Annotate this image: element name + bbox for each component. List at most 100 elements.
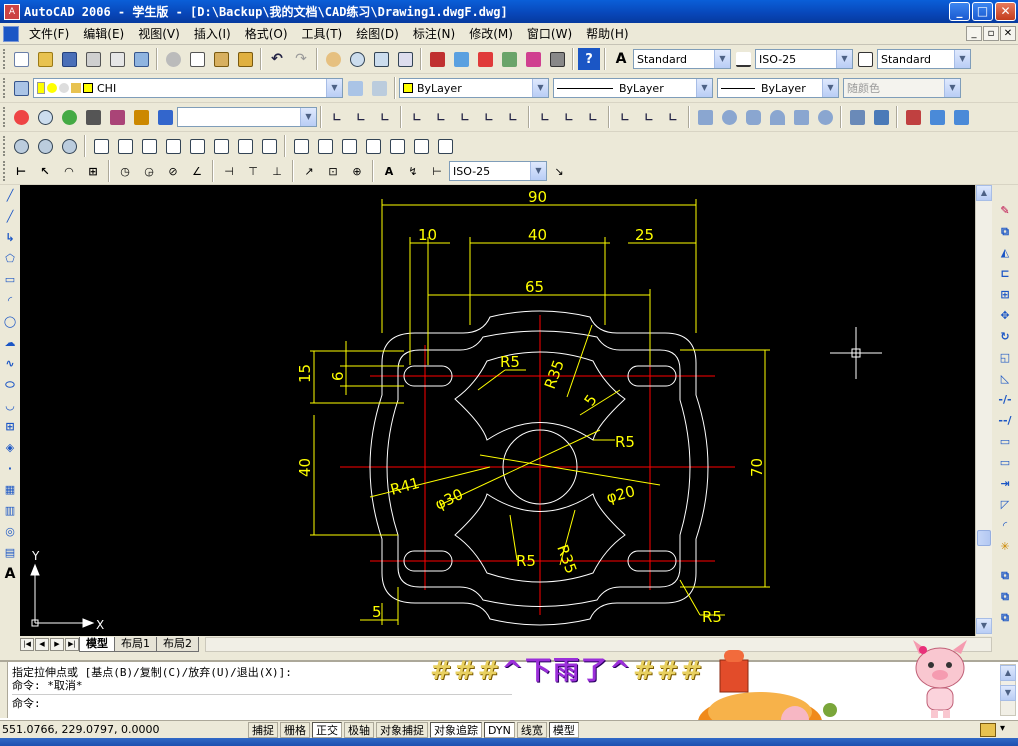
vertical-scrollbar[interactable]: ▲ ▼ [975,185,992,636]
ucs-origin-icon[interactable]: ∟ [454,106,476,128]
command-scrollbar[interactable]: ▲ ▼ [1000,664,1016,716]
design-center-icon[interactable] [450,48,472,70]
offset-faces-icon[interactable] [138,135,160,157]
ucs-3point-icon[interactable]: ∟ [502,106,524,128]
plot-icon[interactable] [82,48,104,70]
zoom-window-icon[interactable] [370,48,392,70]
doc-restore-button[interactable]: ▫ [983,26,999,41]
scale-icon[interactable]: ◱ [994,347,1016,368]
radius-dim-icon[interactable]: ◷ [114,160,136,182]
ucs-ortho-icon[interactable]: ∟ [662,106,684,128]
drawing-canvas[interactable]: 90 10 40 25 65 15 6 40 70 5 R5 R35 5 R5 … [20,185,975,636]
ucs-zaxis-icon[interactable]: ∟ [478,106,500,128]
markup-icon[interactable] [522,48,544,70]
menu-window[interactable]: 窗口(W) [520,25,579,42]
join-icon[interactable]: ⇥ [994,473,1016,494]
ucs-z-icon[interactable]: ∟ [582,106,604,128]
tolerance-icon[interactable]: ⊡ [322,160,344,182]
model-toggle[interactable]: 模型 [548,721,579,738]
quick-dim-icon[interactable]: ⊣ [218,160,240,182]
menu-view[interactable]: 视图(V) [131,25,187,42]
command-grip[interactable] [0,662,8,718]
mirror-icon[interactable]: ◭ [994,242,1016,263]
hatch-icon[interactable]: ▦ [1,479,19,500]
menu-dimension[interactable]: 标注(N) [406,25,462,42]
linear-dim-icon[interactable]: ⊢ [10,160,32,182]
construction-line-icon[interactable]: ╱ [1,206,19,227]
rectangle-icon[interactable]: ▭ [1,269,19,290]
spline-icon[interactable]: ∿ [1,353,19,374]
intersect-icon[interactable] [58,135,80,157]
extrude-icon[interactable] [846,106,868,128]
layer-previous-icon[interactable] [368,77,390,99]
ordinate-dim-icon[interactable]: ⊞ [82,160,104,182]
separate-icon[interactable] [386,135,408,157]
revolve-icon[interactable] [870,106,892,128]
zoom-realtime-icon[interactable] [346,48,368,70]
check-icon[interactable] [434,135,456,157]
ucs-face-icon[interactable]: ∟ [374,106,396,128]
offset-icon[interactable]: ⊏ [994,263,1016,284]
diameter-dim-icon[interactable]: ⊘ [162,160,184,182]
shade-icon[interactable] [106,106,128,128]
copy-faces-icon[interactable] [234,135,256,157]
minimize-button[interactable]: _ [949,2,970,21]
close-button[interactable]: ✕ [995,2,1016,21]
coordinates-readout[interactable]: 551.0766, 229.0797, 0.0000 [0,723,248,736]
taper-faces-icon[interactable] [210,135,232,157]
draworder-icon[interactable]: ⧉ [994,565,1016,586]
tool-palettes-icon[interactable] [474,48,496,70]
ucs-icon[interactable] [10,106,32,128]
osnap-toggle[interactable]: 对象捕捉 [376,721,428,738]
maximize-button[interactable]: □ [972,2,993,21]
document-icon[interactable] [3,25,19,42]
chamfer-icon[interactable]: ◸ [994,494,1016,515]
polar-toggle[interactable]: 极轴 [344,721,374,738]
interfere-icon[interactable] [950,106,972,128]
dim-style-select-2[interactable]: ISO-25 ▼ [449,161,547,181]
table-icon[interactable]: ▤ [1,542,19,563]
scroll-thumb[interactable] [977,530,991,546]
arc-length-icon[interactable]: ◠ [58,160,80,182]
box-icon[interactable] [694,106,716,128]
named-views-icon[interactable] [154,106,176,128]
color-edges-icon[interactable] [314,135,336,157]
help-icon[interactable]: ? [578,48,600,70]
slice-icon[interactable] [902,106,924,128]
union-icon[interactable] [10,135,32,157]
snap-toggle[interactable]: 捕捉 [248,721,278,738]
doc-minimize-button[interactable]: _ [966,26,982,41]
angular-dim-icon[interactable]: ∠ [186,160,208,182]
table-style-select[interactable]: Standard ▼ [877,49,971,69]
redo-icon[interactable]: ↷ [290,48,312,70]
prev-tab-button[interactable]: ◀ [35,637,49,651]
imprint-icon[interactable] [338,135,360,157]
gradient-icon[interactable]: ▥ [1,500,19,521]
undo-icon[interactable]: ↶ [266,48,288,70]
sheet-set-icon[interactable] [498,48,520,70]
arc-icon[interactable]: ◜ [1,290,19,311]
erase-icon[interactable]: ✎ [994,200,1016,221]
ucs-previous-icon[interactable]: ∟ [350,106,372,128]
array-icon[interactable]: ⊞ [994,284,1016,305]
new-icon[interactable] [10,48,32,70]
quick-leader-icon[interactable]: ↗ [298,160,320,182]
properties-icon[interactable] [426,48,448,70]
menu-modify[interactable]: 修改(M) [462,25,520,42]
menu-edit[interactable]: 编辑(E) [76,25,131,42]
jogged-dim-icon[interactable]: ◶ [138,160,160,182]
command-input[interactable]: 命令: [12,694,512,710]
section-icon[interactable] [926,106,948,128]
line-icon[interactable]: ╱ [1,185,19,206]
revision-cloud-icon[interactable]: ☁ [1,332,19,353]
torus-icon[interactable] [814,106,836,128]
plot-preview-icon[interactable] [106,48,128,70]
autocad-app-icon[interactable]: A [4,3,20,20]
named-view-select[interactable]: ▼ [177,107,317,127]
break-icon[interactable]: ▭ [994,452,1016,473]
ellipse-arc-icon[interactable]: ◡ [1,395,19,416]
rotate-icon[interactable]: ↻ [994,326,1016,347]
baseline-dim-icon[interactable]: ⊤ [242,160,264,182]
render-icon[interactable] [130,106,152,128]
zoom-previous-icon[interactable] [394,48,416,70]
